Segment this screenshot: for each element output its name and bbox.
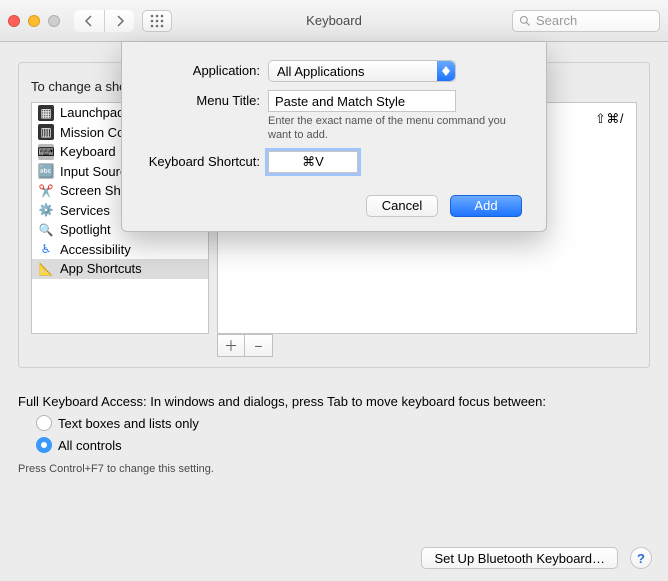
zoom-window-button[interactable] <box>48 15 60 27</box>
menu-title-input[interactable] <box>268 90 456 112</box>
keyboard-icon: ⌨ <box>38 144 54 160</box>
select-stepper-icon <box>437 61 455 81</box>
row-shortcut: Keyboard Shortcut: ⌘V <box>140 151 528 173</box>
grid-icon <box>150 14 164 28</box>
traffic-lights <box>8 15 60 27</box>
row-menu-title: Menu Title: Enter the exact name of the … <box>140 90 528 143</box>
screenshot-icon: ✂️ <box>38 183 54 199</box>
radio-label: Text boxes and lists only <box>58 416 199 431</box>
forward-button[interactable] <box>104 10 134 32</box>
search-icon <box>519 15 531 27</box>
sidebar-item-app-shortcuts[interactable]: 📐 App Shortcuts <box>32 259 208 279</box>
add-shortcut-button[interactable]: ＋ <box>217 334 245 357</box>
sheet-buttons: Cancel Add <box>140 195 528 217</box>
titlebar: Keyboard Search <box>0 0 668 42</box>
shortcut-input[interactable]: ⌘V <box>268 151 358 173</box>
menu-title-hint: Enter the exact name of the menu command… <box>268 115 508 143</box>
chevron-right-icon <box>115 15 125 27</box>
help-button[interactable]: ? <box>630 547 652 569</box>
label-keyboard-shortcut: Keyboard Shortcut: <box>140 151 268 169</box>
footer: Set Up Bluetooth Keyboard… ? <box>421 547 652 569</box>
minimize-window-button[interactable] <box>28 15 40 27</box>
radio-label: All controls <box>58 438 122 453</box>
sidebar-item-label: Keyboard <box>60 144 116 159</box>
help-icon: ? <box>637 551 645 566</box>
add-button[interactable]: Add <box>450 195 522 217</box>
sidebar-item-accessibility[interactable]: ♿︎ Accessibility <box>32 240 208 260</box>
radio-all-controls[interactable]: All controls <box>36 437 650 453</box>
mission-control-icon: ▥ <box>38 124 54 140</box>
label-menu-title: Menu Title: <box>140 90 268 108</box>
add-remove-buttons: ＋ − <box>217 334 637 357</box>
chevron-left-icon <box>84 15 94 27</box>
search-field[interactable]: Search <box>512 10 660 32</box>
cancel-button[interactable]: Cancel <box>366 195 438 217</box>
remove-shortcut-button[interactable]: − <box>245 334 273 357</box>
radio-icon <box>36 437 52 453</box>
accessibility-icon: ♿︎ <box>38 241 54 257</box>
shortcut-display: ⇧⌘/ <box>595 111 624 127</box>
full-keyboard-access-section: Full Keyboard Access: In windows and dia… <box>18 394 650 475</box>
spotlight-icon: 🔍 <box>38 222 54 238</box>
input-sources-icon: 🔤 <box>38 163 54 179</box>
shortcut-input-value: ⌘V <box>302 154 324 170</box>
sidebar-item-label: Spotlight <box>60 222 111 237</box>
setup-bluetooth-button[interactable]: Set Up Bluetooth Keyboard… <box>421 547 618 569</box>
services-icon: ⚙️ <box>38 202 54 218</box>
nav-back-forward <box>74 10 134 32</box>
add-shortcut-sheet: Application: All Applications Menu Title… <box>121 42 547 232</box>
application-select-value: All Applications <box>277 64 364 79</box>
sidebar-item-label: Accessibility <box>60 242 131 257</box>
kb-access-hint: Press Control+F7 to change this setting. <box>18 463 650 475</box>
label-application: Application: <box>140 60 268 78</box>
sidebar-item-label: Services <box>60 203 110 218</box>
show-all-button[interactable] <box>142 10 172 32</box>
radio-icon <box>36 415 52 431</box>
search-placeholder: Search <box>536 13 577 28</box>
back-button[interactable] <box>74 10 104 32</box>
close-window-button[interactable] <box>8 15 20 27</box>
app-shortcuts-icon: 📐 <box>38 261 54 277</box>
kb-access-intro: Full Keyboard Access: In windows and dia… <box>18 394 650 409</box>
radio-textboxes[interactable]: Text boxes and lists only <box>36 415 650 431</box>
launchpad-icon: ▦ <box>38 105 54 121</box>
application-select[interactable]: All Applications <box>268 60 456 82</box>
sidebar-item-label: App Shortcuts <box>60 261 142 276</box>
row-application: Application: All Applications <box>140 60 528 82</box>
